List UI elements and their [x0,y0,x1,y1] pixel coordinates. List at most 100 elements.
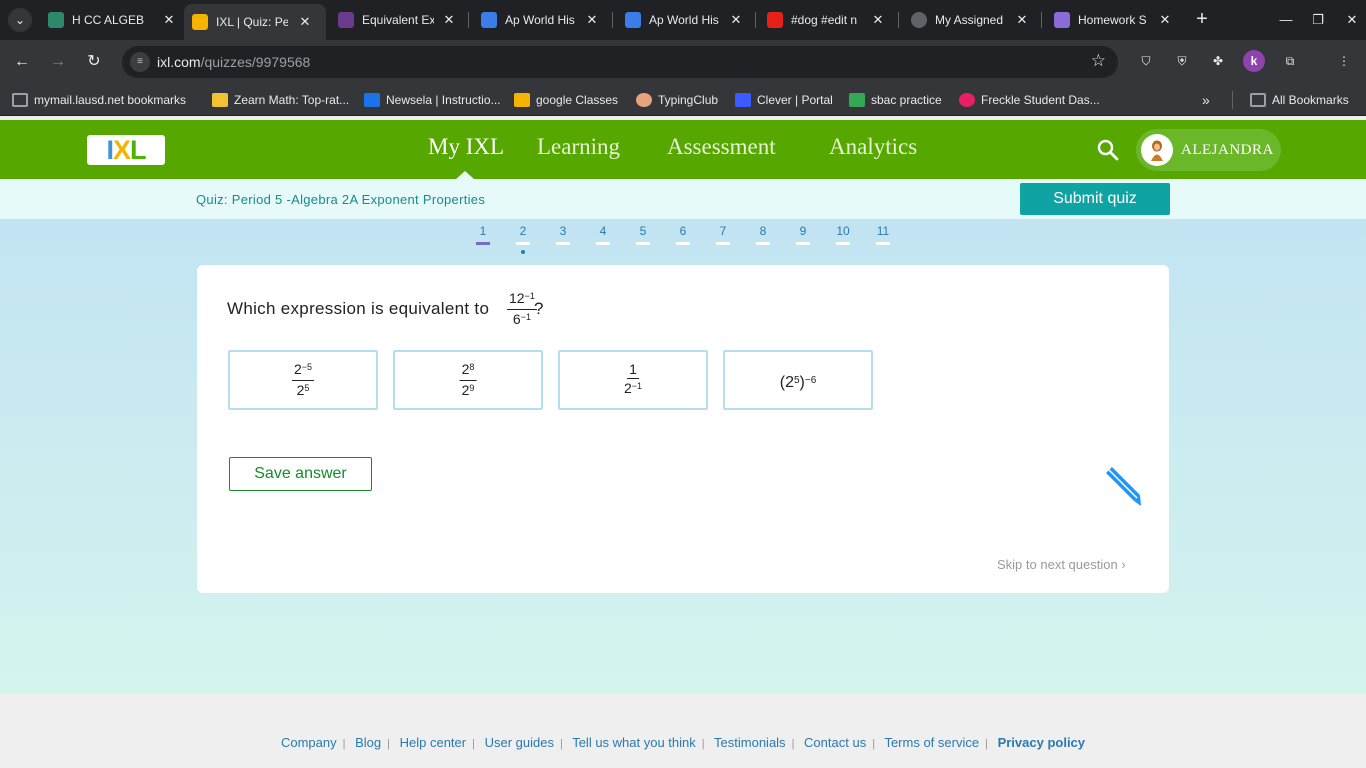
footer-link-contact[interactable]: Contact us [804,735,866,750]
url-text[interactable]: ixl.com/quizzes/9979568 [157,54,310,70]
nav-my-ixl[interactable]: My IXL [428,134,504,160]
back-icon[interactable]: ← [11,51,33,73]
submit-quiz-button[interactable]: Submit quiz [1020,183,1170,215]
zearn-icon [212,93,228,107]
reload-icon[interactable]: ↻ [83,51,105,73]
save-answer-button[interactable]: Save answer [229,457,372,491]
browser-tab-bar: ⌄ H CC ALGEBR ✕ IXL | Quiz: Pe ✕ Equival… [0,0,1366,40]
avatar-figure-icon [1151,140,1163,161]
extension-puzzle-icon[interactable]: ✤ [1207,50,1229,72]
quiz-title: Quiz: Period 5 -Algebra 2A Exponent Prop… [196,192,486,207]
bookmark-star-icon[interactable]: ☆ [1091,51,1106,71]
question-number-7[interactable]: 7 [710,224,736,245]
tab-close-icon[interactable]: ✕ [296,13,314,31]
all-bookmarks[interactable]: All Bookmarks [1250,92,1349,108]
tab-favicon-icon [1054,12,1070,28]
tab-close-icon[interactable]: ✕ [160,11,178,29]
question-text: Which expression is equivalent to [227,299,490,318]
question-number-8[interactable]: 8 [750,224,776,245]
footer-link-testimonials[interactable]: Testimonials [714,735,786,750]
tab-close-icon[interactable]: ✕ [869,11,887,29]
search-icon[interactable] [1096,138,1120,162]
tab-close-icon[interactable]: ✕ [1013,11,1031,29]
sbac-icon [849,93,865,107]
ixl-logo[interactable]: IXL [87,135,165,165]
question-number-6[interactable]: 6 [670,224,696,245]
forward-icon[interactable]: → [47,51,69,73]
question-number-4[interactable]: 4 [590,224,616,245]
classroom-icon [514,93,530,107]
extension-shield-check-icon[interactable]: ⛨ [1171,50,1193,72]
site-info-icon[interactable]: ≡ [130,52,150,72]
footer-link-company[interactable]: Company [281,735,337,750]
question-number-5[interactable]: 5 [630,224,656,245]
bookmark-item[interactable]: TypingClub [636,92,718,108]
bookmark-item[interactable]: sbac practice [849,92,942,108]
avatar [1141,134,1173,166]
question-number-10[interactable]: 10 [830,224,856,245]
answer-option-1[interactable]: 2−5 25 [228,350,378,410]
browser-tab[interactable]: My Assigned ✕ [911,6,1031,34]
browser-tab[interactable]: H CC ALGEBR ✕ [48,6,178,34]
address-bar[interactable]: ≡ ixl.com/quizzes/9979568 ☆ [122,46,1118,78]
footer-link-user-guides[interactable]: User guides [485,735,554,750]
footer-link-feedback[interactable]: Tell us what you think [572,735,696,750]
bookmark-item[interactable]: Clever | Portal [735,92,833,108]
browser-tab[interactable]: #dog #edit n ✕ [767,6,887,34]
skip-question-link[interactable]: Skip to next question › [997,557,1126,572]
extension-k-icon[interactable]: k [1243,50,1265,72]
browser-tab[interactable]: Homework S ✕ [1054,6,1174,34]
browser-tab[interactable]: Ap World His ✕ [625,6,745,34]
extension-shield-icon[interactable]: ⛉ [1135,50,1157,72]
tab-search-icon[interactable]: ⌄ [8,8,32,32]
close-window-icon[interactable]: ✕ [1340,8,1364,32]
bookmark-folder[interactable]: mymail.lausd.net bookmarks [12,92,186,108]
nav-assessment[interactable]: Assessment [667,134,776,160]
tab-close-icon[interactable]: ✕ [727,11,745,29]
footer-link-terms[interactable]: Terms of service [884,735,979,750]
question-number-1[interactable]: 1 [470,224,496,245]
footer-link-blog[interactable]: Blog [355,735,381,750]
bookmarks-bar: mymail.lausd.net bookmarks Zearn Math: T… [0,84,1366,116]
nav-active-caret [456,171,474,179]
new-tab-icon[interactable]: + [1192,8,1212,32]
bookmark-item[interactable]: Zearn Math: Top-rat... [212,92,349,108]
question-number-3[interactable]: 3 [550,224,576,245]
question-card: Which expression is equivalent to 12−1 6… [197,265,1169,593]
user-name: ALEJANDRA [1181,142,1274,158]
pencil-icon[interactable] [1100,465,1142,507]
answer-option-3[interactable]: 1 2−1 [558,350,708,410]
answer-option-2[interactable]: 28 29 [393,350,543,410]
more-bookmarks-icon[interactable]: » [1202,92,1210,108]
bookmark-item[interactable]: Freckle Student Das... [959,92,1100,108]
tab-close-icon[interactable]: ✕ [583,11,601,29]
browser-tab[interactable]: Equivalent Ex ✕ [338,6,458,34]
bookmark-item[interactable]: google Classes [514,92,618,108]
browser-menu-icon[interactable]: ⋮ [1333,50,1355,72]
clever-icon [735,93,751,107]
bookmark-item[interactable]: Newsela | Instructio... [364,92,501,108]
footer: Company | Blog | Help center | User guides |… [0,694,1366,768]
nav-learning[interactable]: Learning [537,134,620,160]
tab-favicon-icon [338,12,354,28]
nav-analytics[interactable]: Analytics [829,134,917,160]
extensions-icon[interactable]: ⧉ [1279,50,1301,72]
minimize-icon[interactable]: — [1274,8,1298,32]
answer-option-4[interactable]: (25)−6 [723,350,873,410]
tab-favicon-icon [48,12,64,28]
question-number-11[interactable]: 11 [870,224,896,245]
tab-close-icon[interactable]: ✕ [1156,11,1174,29]
tab-close-icon[interactable]: ✕ [440,11,458,29]
tab-separator [612,12,613,28]
restore-icon[interactable]: ❐ [1306,8,1330,32]
user-menu[interactable]: ALEJANDRA [1136,129,1281,171]
footer-link-privacy[interactable]: Privacy policy [998,735,1085,750]
tab-favicon-icon [481,12,497,28]
footer-link-help-center[interactable]: Help center [400,735,466,750]
question-number-2[interactable]: 2 [510,224,536,254]
browser-tab[interactable]: Ap World His ✕ [481,6,601,34]
tab-separator [468,12,469,28]
question-number-9[interactable]: 9 [790,224,816,245]
browser-tab-active[interactable]: IXL | Quiz: Pe ✕ [184,4,326,40]
folder-icon [12,93,28,107]
